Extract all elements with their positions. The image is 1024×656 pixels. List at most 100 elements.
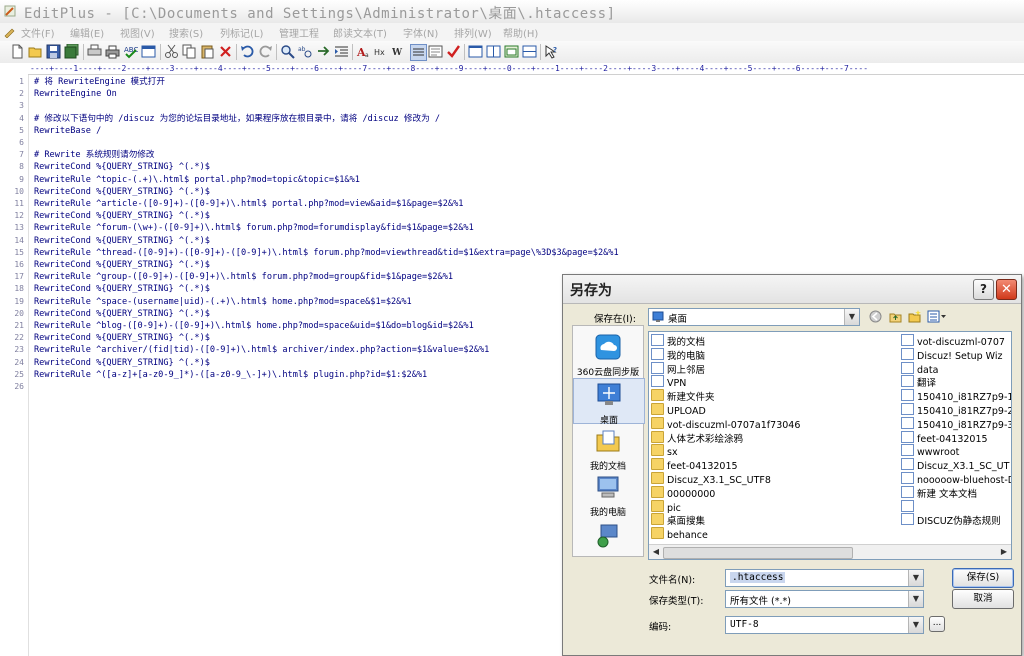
code-line[interactable]: 9 RewriteRule ^topic-(.+)\.html$ portal.p… [0,174,1024,186]
horizontal-scrollbar[interactable]: ◀ ▶ [649,544,1011,559]
place-my-documents[interactable]: 我的文档 [573,428,643,472]
window1-icon[interactable] [468,44,483,59]
scroll-thumb[interactable] [663,547,853,559]
delete-icon[interactable] [218,44,233,59]
file-item[interactable]: behance [651,527,708,541]
cancel-button[interactable]: 取消 [952,589,1014,609]
code-line[interactable]: 15 RewriteRule ^thread-([0-9]+)-([0-9]+)-… [0,247,1024,259]
fullscreen-icon[interactable] [428,44,443,59]
menu-font[interactable]: 字体(N) [403,25,438,40]
replace-icon[interactable]: ab [298,44,313,59]
print-setup-icon[interactable] [87,44,102,59]
code-line[interactable]: 8 RewriteCond %{QUERY_STRING} ^(.*)$ [0,161,1024,173]
file-item[interactable]: pic [651,499,681,514]
file-item[interactable]: 桌面搜集 [651,513,705,527]
file-item[interactable]: feet-04132015 [651,458,738,472]
copy-icon[interactable] [182,44,197,59]
file-item[interactable]: 我的电脑 [651,347,705,362]
indent-icon[interactable] [334,44,349,59]
cut-icon[interactable] [164,44,179,59]
open-icon[interactable] [28,44,43,59]
encoding-more-button[interactable]: ... [929,616,945,632]
file-item[interactable]: data [901,361,938,376]
save-in-dropdown[interactable]: 桌面 ▼ [648,308,860,326]
save-all-icon[interactable] [64,44,79,59]
menu-file[interactable]: 文件(F) [21,25,55,40]
file-item[interactable]: Discuz_X3.1_SC_UT [901,458,1009,472]
file-item[interactable]: 新建文件夹 [651,389,715,403]
new-folder-icon[interactable] [908,310,921,323]
file-item[interactable]: 00000000 [651,485,715,500]
find-icon[interactable] [280,44,295,59]
scroll-left-icon[interactable]: ◀ [650,546,662,558]
font-icon[interactable]: Aa [356,44,371,59]
back-icon[interactable] [869,310,882,323]
column-icon[interactable] [410,44,427,61]
spellcheck-icon[interactable]: ABC [123,44,138,59]
print-icon[interactable] [105,44,120,59]
paste-icon[interactable] [200,44,215,59]
place-network[interactable] [573,522,643,553]
save-icon[interactable] [46,44,61,59]
code-line[interactable]: 2 RewriteEngine On [0,88,1024,100]
code-line[interactable]: 4 # 修改以下语句中的 /discuz 为您的论坛目录地址，如果程序放在根目录中… [0,113,1024,125]
menu-help[interactable]: 帮助(H) [503,25,538,40]
code-line[interactable]: 6 [0,137,1024,149]
menu-project[interactable]: 管理工程 [279,25,319,40]
close-button[interactable]: ✕ [996,279,1017,300]
help-icon[interactable]: ? [544,44,559,59]
menu-read-text[interactable]: 郎读文本(T) [333,25,387,40]
file-item[interactable]: 网上邻居 [651,361,705,376]
file-item[interactable]: vot-discuzml-0707 [901,334,1005,348]
code-line[interactable]: 16 RewriteCond %{QUERY_STRING} ^(.*)$ [0,259,1024,271]
menu-arrange[interactable]: 排列(W) [454,25,492,40]
file-item[interactable]: DISCUZ伪静态规则 [901,513,1001,527]
code-line[interactable]: 11 RewriteRule ^article-([0-9]+)-([0-9]+)… [0,198,1024,210]
help-button[interactable]: ? [973,279,994,300]
redo-icon[interactable] [258,44,273,59]
menu-edit[interactable]: 编辑(E) [70,25,104,40]
menu-search[interactable]: 搜索(S) [169,25,203,40]
code-line[interactable]: 5 RewriteBase / [0,125,1024,137]
hex-icon[interactable]: Hx [374,44,389,59]
window2-icon[interactable] [486,44,501,59]
browser-icon[interactable] [141,44,156,59]
file-item[interactable]: feet-04132015 [901,430,988,445]
file-item[interactable]: 150410_i81RZ7p9-1 [901,389,1011,403]
file-item[interactable]: VPN [651,375,686,389]
code-line[interactable]: 1 # 将 RewriteEngine 模式打开 [0,76,1024,88]
window4-icon[interactable] [522,44,537,59]
place-360-cloud-sync[interactable]: 360云盘同步版 [573,334,643,378]
up-folder-icon[interactable] [889,310,902,323]
menu-column[interactable]: 列标记(L) [220,25,263,40]
scroll-right-icon[interactable]: ▶ [998,546,1010,558]
file-item[interactable] [901,499,917,513]
place-my-computer[interactable]: 我的电脑 [573,474,643,518]
new-file-icon[interactable] [10,44,25,59]
file-item[interactable]: Discuz_X3.1_SC_UTF8 [651,472,771,486]
file-item[interactable]: 150410_i81RZ7p9-2 [901,403,1011,417]
code-line[interactable]: 12 RewriteCond %{QUERY_STRING} ^(.*)$ [0,210,1024,222]
code-line[interactable]: 3 [0,100,1024,112]
word-wrap-icon[interactable]: W [392,44,407,59]
file-item[interactable]: UPLOAD [651,403,706,417]
file-item[interactable]: wwwroot [901,444,959,458]
encoding-dropdown[interactable]: UTF-8 ▼ [725,616,924,634]
file-item[interactable]: nooooow-bluehost-D [901,472,1011,486]
filetype-dropdown[interactable]: 所有文件 (*.*) ▼ [725,590,924,608]
file-item[interactable]: 150410_i81RZ7p9-3 [901,416,1011,431]
filename-input[interactable]: .htaccess ▼ [725,569,924,587]
file-item[interactable]: vot-discuzml-0707a1f73046 [651,416,800,431]
file-item[interactable]: 翻译 [901,375,936,389]
code-line[interactable]: 13 RewriteRule ^forum-(\w+)-([0-9]+)\.htm… [0,222,1024,234]
file-item[interactable]: 我的文档 [651,334,705,348]
code-line[interactable]: 7 # Rewrite 系统规则请勿修改 [0,149,1024,161]
file-item[interactable]: sx [651,444,678,458]
undo-icon[interactable] [240,44,255,59]
file-list[interactable]: ◀ ▶ 我的文档 我的电脑 网上邻居 VPN 新建文件夹 UPLOAD vot-discuz… [648,331,1012,560]
check-icon[interactable] [446,44,461,59]
menu-view[interactable]: 视图(V) [120,25,155,40]
save-button[interactable]: 保存(S) [952,568,1014,588]
place-desktop[interactable]: 桌面 [573,378,645,426]
code-line[interactable]: 14 RewriteCond %{QUERY_STRING} ^(.*)$ [0,235,1024,247]
